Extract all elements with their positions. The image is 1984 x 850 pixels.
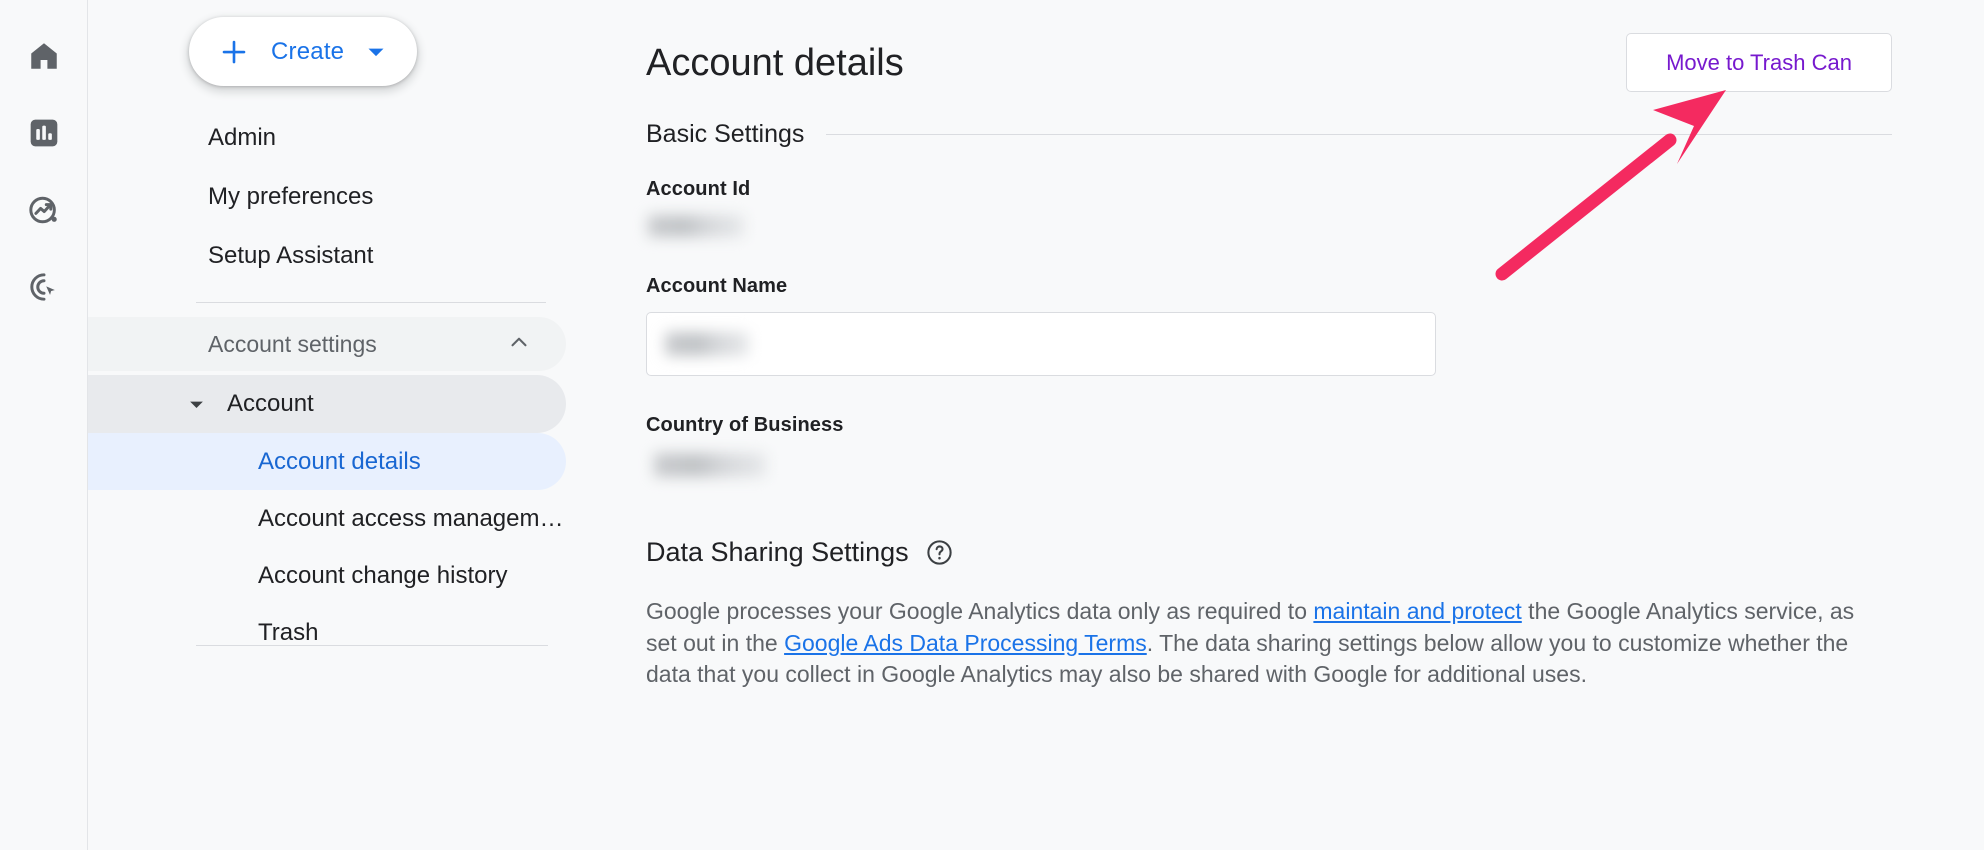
rail-item-reports[interactable] [16,105,72,161]
rail-item-home[interactable] [16,28,72,84]
account-name-value-redacted [665,332,749,356]
sidebar-item-label: Account details [258,447,421,475]
sidebar-top-group: Admin My preferences Setup Assistant Acc… [88,108,566,661]
sidebar-item-my-preferences[interactable]: My preferences [88,167,566,226]
sidebar-item-label: Account change history [258,561,508,589]
create-button-label: Create [271,37,345,65]
data-sharing-section-header: Data Sharing Settings [646,537,1984,568]
chevron-down-icon[interactable] [366,42,386,62]
account-group-label: Account [227,390,314,417]
google-ads-data-processing-terms-link[interactable]: Google Ads Data Processing Terms [784,630,1147,656]
data-sharing-title: Data Sharing Settings [646,537,909,567]
rail-item-advertising[interactable] [16,259,72,315]
create-button[interactable]: Create [189,17,417,86]
data-sharing-description: Google processes your Google Analytics d… [646,596,1856,691]
reports-icon [28,117,60,149]
sidebar-item-account-details[interactable]: Account details [88,433,566,490]
left-icon-rail [0,0,88,850]
account-settings-label: Account settings [208,330,377,357]
account-name-label: Account Name [646,275,788,297]
account-details-page: Create Admin My preferences Setup Assist… [0,0,1984,850]
sidebar-item-trash[interactable]: Trash [88,604,566,661]
sidebar-divider [196,302,546,303]
basic-settings-label: Basic Settings [646,120,805,148]
sidebar-nav: Create Admin My preferences Setup Assist… [88,0,566,850]
move-to-trash-can-button[interactable]: Move to Trash Can [1626,33,1892,92]
plus-icon [219,37,249,67]
home-icon [27,39,61,73]
sidebar-group-account[interactable]: Account [88,375,566,433]
sidebar-item-label: Trash [258,618,319,646]
rail-item-explore[interactable] [16,182,72,238]
sidebar-item-label: Setup Assistant [208,241,374,269]
maintain-and-protect-link[interactable]: maintain and protect [1313,598,1521,624]
sidebar-item-setup-assistant[interactable]: Setup Assistant [88,226,566,285]
caret-down-icon[interactable] [188,396,205,413]
sidebar-item-label: Account access managem… [258,504,564,532]
basic-settings-section-header: Basic Settings [646,120,1984,149]
sidebar-item-account-change-history[interactable]: Account change history [88,547,566,604]
account-id-label: Account Id [646,178,751,200]
paragraph-text-1: Google processes your Google Analytics d… [646,598,1314,624]
field-country-of-business: Country of Business [646,414,1984,477]
country-of-business-value-redacted [654,453,766,477]
chevron-up-icon[interactable] [506,329,532,360]
account-name-input[interactable] [646,312,1436,376]
move-to-trash-can-label: Move to Trash Can [1666,49,1852,75]
sidebar-item-label: My preferences [208,182,374,210]
help-circle-icon[interactable] [925,538,954,567]
account-id-value-redacted [648,215,744,237]
sidebar-item-account-access-management[interactable]: Account access managem… [88,490,566,547]
section-rule [826,134,1892,135]
main-content: Account details Move to Trash Can Basic … [566,0,1984,850]
page-title: Account details [646,42,904,84]
advertising-icon [27,270,61,304]
field-account-name: Account Name [646,275,1984,376]
sidebar-item-label: Admin [208,123,277,151]
country-of-business-label: Country of Business [646,414,844,436]
explore-icon [27,193,61,227]
field-account-id: Account Id [646,178,1984,237]
sidebar-section-account-settings[interactable]: Account settings [88,317,566,371]
sidebar-bottom-divider [196,645,548,646]
sidebar-item-admin[interactable]: Admin [88,108,566,167]
